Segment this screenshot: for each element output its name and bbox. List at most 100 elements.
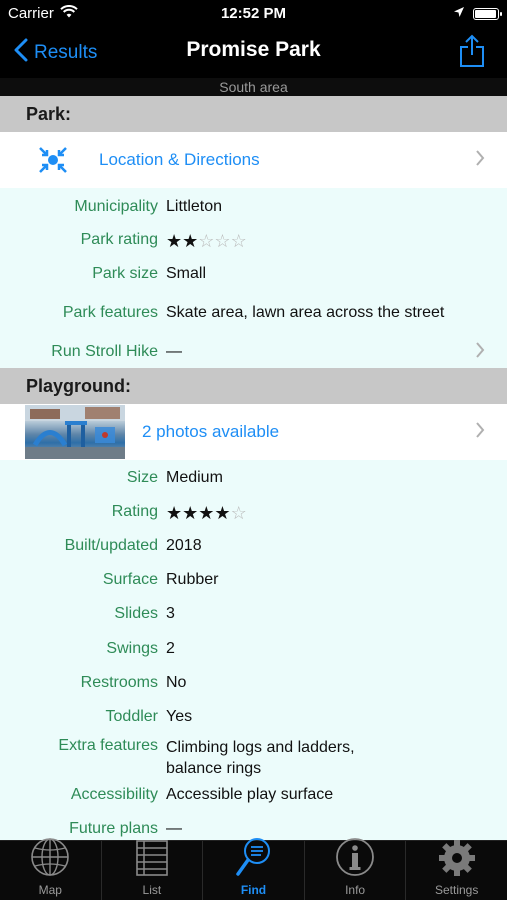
toddler-value: Yes (166, 708, 193, 725)
status-bar: Carrier 12:52 PM (0, 0, 507, 28)
star-filled-icon: ★ (182, 503, 199, 523)
restrooms-label: Restrooms (80, 674, 158, 691)
playground-section-header: Playground: (0, 368, 507, 404)
navigation-bar: Results Promise Park South area (0, 28, 507, 96)
municipality-row: Municipality Littleton (0, 198, 507, 216)
star-filled-icon: ★ (166, 503, 183, 523)
globe-icon (30, 837, 70, 881)
swings-row: Swings 2 (0, 640, 507, 658)
municipality-label: Municipality (74, 198, 158, 215)
size-label: Size (126, 469, 158, 486)
star-empty-icon: ☆ (230, 503, 247, 523)
future-plans-label: Future plans (69, 820, 158, 837)
built-updated-value: 2018 (166, 537, 202, 554)
page-title: Promise Park (186, 38, 321, 61)
slides-label: Slides (114, 605, 158, 622)
playground-info-list: Size Medium Rating ★★★★☆ Built/updated 2… (0, 460, 507, 840)
star-filled-icon: ★ (198, 503, 215, 523)
park-info-list: Municipality Littleton Park rating ★★☆☆☆… (0, 188, 507, 368)
extra-features-value: Climbing logs and ladders, balance rings (166, 737, 507, 779)
tab-list-label: List (142, 883, 162, 897)
status-right (453, 5, 502, 22)
photos-available-link[interactable]: 2 photos available (142, 422, 279, 442)
star-empty-icon: ☆ (214, 231, 231, 251)
share-button[interactable] (459, 34, 485, 72)
park-section-header: Park: (0, 96, 507, 132)
tab-map-label: Map (38, 883, 62, 897)
size-value: Medium (166, 469, 223, 486)
battery-icon (473, 7, 502, 20)
extra-features-line-1: Climbing logs and ladders, (166, 739, 355, 756)
extra-features-line-2: balance rings (166, 760, 262, 777)
area-subtitle: South area (0, 78, 507, 96)
park-rating-row: Park rating ★★☆☆☆ (0, 231, 507, 252)
restrooms-value: No (166, 674, 187, 691)
built-updated-label: Built/updated (64, 537, 158, 554)
star-empty-icon: ☆ (230, 231, 247, 251)
park-features-row: Park features Skate area, lawn area acro… (0, 304, 507, 322)
surface-label: Surface (102, 571, 158, 588)
tab-info-label: Info (345, 883, 366, 897)
future-plans-value: — (166, 820, 182, 837)
park-details[interactable]: Park: Location & Directions Municipality… (0, 96, 507, 840)
gear-icon (438, 839, 476, 881)
tab-settings[interactable]: Settings (406, 839, 507, 900)
park-size-value: Small (166, 265, 207, 282)
find-icon (235, 837, 271, 881)
star-empty-icon: ☆ (198, 231, 215, 251)
slides-value: 3 (166, 605, 175, 622)
location-directions-link[interactable]: Location & Directions (99, 150, 260, 170)
rating-stars: ★★★★☆ (166, 503, 507, 524)
park-size-label: Park size (92, 265, 158, 282)
size-row: Size Medium (0, 469, 507, 487)
accessibility-label: Accessibility (70, 786, 158, 803)
chevron-right-icon (475, 341, 485, 364)
battery-level (475, 9, 496, 18)
tab-bar: Map List Find Info Settings (0, 838, 507, 900)
star-filled-icon: ★ (166, 231, 183, 251)
share-icon (460, 34, 484, 67)
swings-label: Swings (106, 640, 158, 657)
park-rating-stars: ★★☆☆☆ (166, 231, 507, 252)
tab-map[interactable]: Map (0, 838, 101, 900)
surface-value: Rubber (166, 571, 219, 588)
directions-icon (38, 146, 68, 178)
park-rating-label: Park rating (80, 231, 158, 248)
slides-row: Slides 3 (0, 605, 507, 623)
extra-features-row: Extra features Climbing logs and ladders… (0, 737, 507, 779)
photos-row[interactable]: 2 photos available (0, 404, 507, 460)
accessibility-row: Accessibility Accessible play surface (0, 786, 507, 804)
status-time: 12:52 PM (220, 5, 287, 22)
tab-find-label: Find (240, 883, 267, 897)
run-stroll-hike-row[interactable]: Run Stroll Hike — (0, 341, 507, 364)
rating-row: Rating ★★★★☆ (0, 503, 507, 524)
surface-row: Surface Rubber (0, 571, 507, 589)
chevron-right-icon (475, 149, 485, 171)
tab-find[interactable]: Find (203, 838, 304, 900)
park-features-value: Skate area, lawn area across the street (166, 304, 445, 321)
playground-photo-thumbnail[interactable] (25, 405, 125, 459)
tab-list[interactable]: List (102, 839, 203, 900)
park-features-label: Park features (62, 304, 158, 321)
location-directions-row[interactable]: Location & Directions (0, 132, 507, 188)
toddler-row: Toddler Yes (0, 708, 507, 726)
future-plans-row: Future plans — (0, 820, 507, 838)
run-stroll-hike-label: Run Stroll Hike (51, 343, 158, 360)
built-updated-row: Built/updated 2018 (0, 537, 507, 555)
tab-settings-label: Settings (434, 883, 479, 897)
run-stroll-hike-value: — (166, 343, 182, 360)
tab-info[interactable]: Info (305, 838, 406, 900)
chevron-right-icon (475, 421, 485, 443)
info-icon (335, 837, 375, 881)
toddler-label: Toddler (105, 708, 158, 725)
rating-label: Rating (111, 503, 158, 520)
accessibility-value: Accessible play surface (166, 786, 334, 803)
restrooms-row: Restrooms No (0, 674, 507, 692)
location-arrow-icon (453, 5, 465, 22)
park-size-row: Park size Small (0, 265, 507, 283)
star-filled-icon: ★ (214, 503, 231, 523)
list-icon (135, 839, 169, 881)
star-filled-icon: ★ (182, 231, 199, 251)
municipality-value: Littleton (166, 198, 223, 215)
swings-value: 2 (166, 640, 175, 657)
